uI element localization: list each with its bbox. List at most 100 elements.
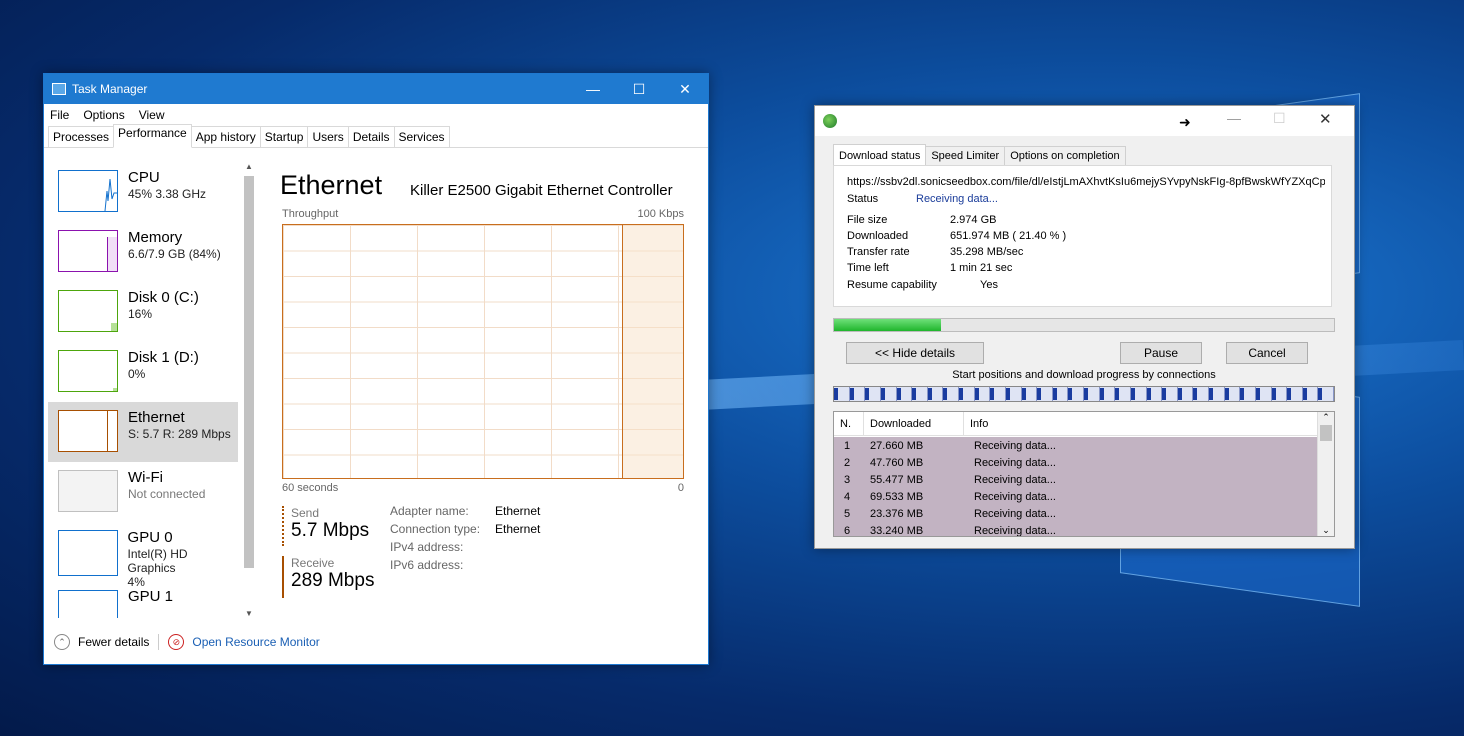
table-row[interactable]: 2 47.760 MB Receiving data... [834,454,1317,471]
sidebar-item-disk1[interactable]: Disk 1 (D:) 0% [48,342,238,402]
gpu0-graph-thumbnail [58,530,118,576]
table-row[interactable]: 4 69.533 MB Receiving data... [834,488,1317,505]
tab-download-status[interactable]: Download status [833,144,927,165]
col-n[interactable]: N. [834,412,864,435]
tab-app-history[interactable]: App history [190,126,261,147]
status-value: Receiving data... [916,193,998,205]
tab-performance[interactable]: Performance [113,124,192,148]
sidebar-sub: 4% [127,575,145,589]
minimize-button[interactable]: — [1227,110,1241,126]
tab-details[interactable]: Details [347,126,395,147]
tab-startup[interactable]: Startup [259,126,309,147]
tab-services[interactable]: Services [393,126,450,147]
table-row[interactable]: 1 27.660 MB Receiving data... [834,437,1317,454]
task-manager-window: Task Manager — ☐ ✕ File Options View Pro… [43,73,709,665]
time-left-label: Time left [847,262,889,274]
tab-processes[interactable]: Processes [48,126,115,147]
sidebar-item-wifi[interactable]: Wi-Fi Not connected [48,462,238,522]
page-title: Ethernet [280,170,383,200]
table-body: 1 27.660 MB Receiving data... 2 47.760 MB Re… [834,437,1334,536]
table-row[interactable]: 5 23.376 MB Receiving data... [834,505,1317,522]
download-info-panel: https://ssbv2dl.sonicseedbox.com/file/dl… [833,165,1332,307]
table-row[interactable]: 6 33.240 MB Receiving data... [834,522,1317,536]
performance-sidebar: CPU 45% 3.38 GHz Memory 6.6/7.9 GB (84%) D… [48,162,242,618]
scroll-down-icon[interactable]: ▼ [242,609,256,618]
chevron-up-icon[interactable]: ⌃ [54,634,70,650]
sidebar-sub: Intel(R) HD Graphics [127,547,188,575]
sidebar-sub: 45% 3.38 GHz [128,187,207,201]
transfer-rate-label: Transfer rate [847,246,910,258]
disk0-graph-thumbnail [58,290,118,332]
sidebar-sub: 6.6/7.9 GB (84%) [128,247,221,261]
task-manager-icon [52,83,66,95]
menu-file[interactable]: File [50,108,69,122]
open-resource-monitor-link[interactable]: Open Resource Monitor [192,635,319,649]
sidebar-item-gpu1[interactable]: GPU 1 [48,588,238,618]
memory-graph-thumbnail [58,230,118,272]
sidebar-sub: Not connected [128,487,206,501]
throughput-label: Throughput [282,208,339,220]
progress-fill [834,319,941,331]
sidebar-label: GPU 1 [128,588,174,605]
disk1-graph-thumbnail [58,350,118,392]
sidebar-item-disk0[interactable]: Disk 0 (C:) 16% [48,282,238,342]
download-progress-window: ➜ — ☐ ✕ Download status Speed Limiter Op… [814,105,1355,549]
sidebar-label: Memory [128,229,183,246]
resource-monitor-icon: ⊘ [168,634,185,650]
sidebar-item-memory[interactable]: Memory 6.6/7.9 GB (84%) [48,222,238,282]
table-scrollbar[interactable]: ⌃ ⌄ [1317,412,1334,536]
receive-value: 289 Mbps [291,570,375,591]
sidebar-item-ethernet[interactable]: Ethernet S: 5.7 R: 289 Mbps [48,402,238,462]
sidebar-item-cpu[interactable]: CPU 45% 3.38 GHz [48,162,238,222]
time-left-value: 1 min 21 sec [950,262,1013,274]
close-button[interactable]: ✕ [1319,110,1332,128]
sidebar-sub: 16% [128,307,153,321]
sidebar-scrollbar[interactable]: ▲ ▼ [242,162,256,618]
max-scale-label: 100 Kbps [637,208,684,220]
hide-details-button[interactable]: << Hide details [846,342,984,364]
close-button[interactable]: ✕ [662,74,708,104]
fewer-details-button[interactable]: Fewer details [78,635,149,649]
download-url: https://ssbv2dl.sonicseedbox.com/file/dl… [847,176,1325,188]
gpu1-graph-thumbnail [58,590,118,618]
scroll-thumb[interactable] [1320,425,1332,441]
sidebar-item-gpu0[interactable]: GPU 0 Intel(R) HD Graphics 4% [48,522,238,589]
pause-button[interactable]: Pause [1120,342,1202,364]
scroll-down-icon[interactable]: ⌄ [1318,525,1334,536]
title-bar[interactable]: ➜ — ☐ ✕ [815,106,1354,136]
col-info[interactable]: Info [964,412,1316,435]
prop-adapter-name: Adapter name: Ethernet [390,504,541,518]
adapter-title: Killer E2500 Gigabit Ethernet Controller [410,182,673,199]
menu-view[interactable]: View [139,108,165,122]
sidebar-label: Disk 1 (D:) [128,349,199,366]
sidebar-label: CPU [128,169,160,186]
send-value: 5.7 Mbps [291,520,370,541]
title-bar[interactable]: Task Manager — ☐ ✕ [44,74,708,104]
table-row[interactable]: 3 55.477 MB Receiving data... [834,471,1317,488]
maximize-button[interactable]: ☐ [616,74,662,104]
resume-label: Resume capability [847,279,937,291]
downloaded-label: Downloaded [847,230,909,242]
tab-speed-limiter[interactable]: Speed Limiter [925,146,1006,165]
tab-users[interactable]: Users [307,126,349,147]
ethernet-graph-thumbnail [58,410,118,452]
resume-value: Yes [980,279,998,291]
sidebar-label: Wi-Fi [128,469,163,486]
scroll-up-icon[interactable]: ⌃ [1318,412,1334,423]
sidebar-label: Ethernet [128,409,185,426]
scroll-up-icon[interactable]: ▲ [242,162,256,171]
downloaded-value: 651.974 MB ( 21.40 % ) [950,230,1067,242]
minimize-button[interactable]: — [570,74,616,104]
sidebar-label: GPU 0 [127,529,173,546]
file-size-label: File size [847,214,888,226]
cancel-button[interactable]: Cancel [1226,342,1308,364]
zero-axis-label: 0 [677,482,684,494]
window-title: Task Manager [72,82,148,96]
maximize-button[interactable]: ☐ [1273,110,1286,127]
menu-options[interactable]: Options [83,108,124,122]
tab-options-on-completion[interactable]: Options on completion [1004,146,1126,165]
col-downloaded[interactable]: Downloaded [864,412,964,435]
scroll-thumb[interactable] [244,176,254,568]
sidebar-label: Disk 0 (C:) [128,289,199,306]
cpu-graph-thumbnail [58,170,118,212]
